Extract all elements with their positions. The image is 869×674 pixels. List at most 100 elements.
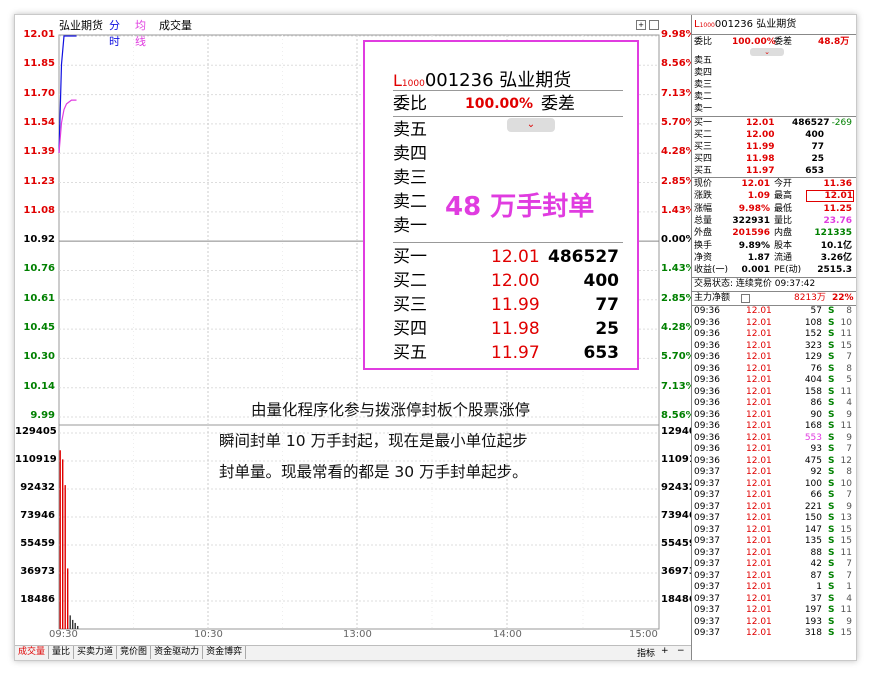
annotation-text: 由量化程序化参与拨涨停封板个股票涨停 瞬间封单 10 万手封起，现在是最小单位起… (219, 401, 531, 481)
tick-row: 09:36 12.01 86 S 4 (694, 398, 852, 408)
tick-row: 09:36 12.01 108 S 10 (694, 317, 852, 328)
buy-level: 买四 11.98 25 (694, 154, 824, 164)
indicator-tab[interactable]: 成交量 (15, 646, 50, 659)
indicator-tab[interactable]: 量比 (49, 646, 75, 659)
tick-row: 09:37 12.01 193 S 9 (694, 616, 852, 627)
volume-tick: 18486 (20, 594, 55, 605)
avg-price-line (58, 99, 77, 153)
zoom-buy-level: 买四 11.98 25 (393, 319, 619, 339)
tick-row: 09:37 12.01 197 S 11 (694, 605, 852, 615)
volume-tick: 129405 (661, 426, 703, 437)
seal-order-callout: 48 万手封单 (445, 192, 595, 222)
volume-bar (62, 459, 64, 629)
volume-tick: 110919 (661, 454, 703, 465)
tick-row: 09:37 12.01 42 S 7 (694, 559, 852, 569)
tick-row: 09:37 12.01 88 S 11 (694, 547, 852, 558)
order-book-zoom: L1000001236 弘业期货 委比 100.00% 委差 ⌄ 卖五 卖四 卖三卖… (363, 40, 639, 370)
volume-bar (64, 485, 66, 629)
zoom-expand-icon[interactable]: ⌄ (507, 118, 555, 132)
price-tick: 9.99 (30, 410, 55, 421)
buy-level: 买三 11.99 77 (694, 142, 824, 152)
sell-level: 卖二 (694, 92, 713, 102)
zoom-buy-level: 买五 11.97 653 (393, 343, 619, 363)
price-tick: 11.54 (23, 116, 55, 128)
tick-row: 09:36 12.01 553 S 9 (694, 432, 852, 443)
percent-tick: 1.43% (661, 263, 696, 275)
time-tick: 10:30 (194, 629, 223, 640)
trading-window: 弘业期货 分时 均线 成交量 + 12.01 11.85 11.70 11.54 11.… (14, 14, 857, 661)
price-tick: 10.30 (23, 351, 55, 363)
price-tick: 11.39 (23, 146, 55, 158)
tick-row: 09:37 12.01 221 S 9 (694, 501, 852, 512)
percent-tick: 0.00% (661, 234, 696, 246)
tick-row: 09:37 12.01 37 S 4 (694, 593, 852, 604)
buy-level: 买一 12.01 486527 -269 (694, 118, 852, 128)
indicator-tab-bar: 成交量 量比 买卖力道 竞价图 资金驱动力 资金博弈 指标 + − (15, 645, 695, 660)
volume-tick: 73946 (661, 510, 696, 521)
percent-tick: 7.13% (661, 380, 696, 392)
volume-tick: 18486 (661, 594, 696, 605)
tick-row: 09:36 12.01 57 S 8 (694, 306, 852, 316)
volume-bars (59, 450, 79, 629)
sell-level: 卖三 (694, 80, 713, 90)
volume-tick: 36973 (20, 566, 55, 577)
volume-tick: 55459 (661, 538, 696, 549)
indicator-tab[interactable]: 资金博弈 (203, 646, 247, 659)
zoom-in-button[interactable]: + (661, 646, 669, 656)
volume-bar (72, 619, 74, 629)
indicator-tab[interactable]: 竞价图 (117, 646, 152, 659)
percent-tick: 9.98% (661, 29, 696, 40)
price-tick: 11.85 (23, 58, 55, 70)
price-tick: 10.92 (23, 234, 55, 246)
price-tick: 12.01 (23, 29, 55, 40)
indicator-tab[interactable]: 买卖力道 (74, 646, 118, 659)
zoom-buy-level: 买三 11.99 77 (393, 295, 619, 315)
trade-status: 交易状态: 连续竞价 09:37:42 (694, 279, 816, 289)
price-tick: 10.76 (23, 263, 55, 275)
percent-tick: 7.13% (661, 87, 696, 99)
zoom-stock-code: L1000001236 弘业期货 (393, 70, 572, 91)
quote-title: L1000001236 弘业期货 (694, 19, 797, 30)
quote-stat-row: 涨幅 9.98% 最低 11.25 (694, 203, 852, 214)
buy-level: 买五 11.97 653 (694, 166, 824, 176)
quote-stat-row: 总量 322931 量比 23.76 (694, 215, 852, 226)
sell-level: 卖四 (694, 68, 713, 78)
volume-tick: 73946 (20, 510, 55, 521)
volume-tick: 110919 (15, 454, 57, 465)
main-flow-row: 主力净额 8213万 22% (694, 293, 854, 303)
time-tick: 09:30 (49, 629, 78, 640)
tick-row: 09:37 12.01 135 S 15 (694, 536, 852, 546)
zoom-sell-level: 卖三 (393, 168, 427, 188)
percent-tick: 4.28% (661, 146, 696, 158)
sell-level: 卖五 (694, 56, 713, 66)
flow-detail-icon (741, 294, 750, 303)
price-tick: 10.61 (23, 292, 55, 304)
quote-stat-row: 现价 12.01 今开 11.36 (694, 179, 852, 189)
zoom-buy-level: 买一 12.01 486527 (393, 247, 619, 267)
volume-bar (67, 568, 69, 629)
volume-tick: 129405 (15, 426, 57, 437)
quote-stat-row: 收益(一) 0.001 PE(动) 2515.3 (694, 265, 852, 276)
time-tick: 14:00 (493, 629, 522, 640)
time-tick: 15:00 (629, 629, 658, 640)
sell-level: 卖一 (694, 104, 713, 114)
tick-row: 09:36 12.01 158 S 11 (694, 386, 852, 397)
indicator-tab[interactable]: 资金驱动力 (151, 646, 204, 659)
tick-row: 09:37 12.01 87 S 7 (694, 570, 852, 581)
tick-row: 09:37 12.01 147 S 15 (694, 524, 852, 535)
percent-tick: 5.70% (661, 116, 696, 128)
price-tick: 10.45 (23, 322, 55, 334)
quote-panel: L1000001236 弘业期货 委比 100.00% 委差 48.8万 ⌄ 卖… (691, 15, 856, 660)
zoom-sell-level: 卖一 (393, 216, 427, 236)
price-tick: 11.08 (23, 204, 55, 216)
volume-tick: 36973 (661, 566, 696, 577)
quote-stat-row: 外盘 201596 内盘 121335 (694, 228, 852, 239)
tick-row: 09:36 12.01 93 S 7 (694, 444, 852, 454)
tick-row: 09:36 12.01 90 S 9 (694, 409, 852, 420)
zoom-out-button[interactable]: − (677, 646, 685, 656)
weibi-row: 委比 100.00% 委差 48.8万 (694, 37, 850, 47)
tick-row: 09:36 12.01 152 S 11 (694, 329, 852, 339)
time-tick: 13:00 (343, 629, 372, 640)
indicator-button[interactable]: 指标 (637, 646, 655, 659)
quote-stat-row: 涨跌 1.09 最高 12.01 (694, 190, 854, 203)
